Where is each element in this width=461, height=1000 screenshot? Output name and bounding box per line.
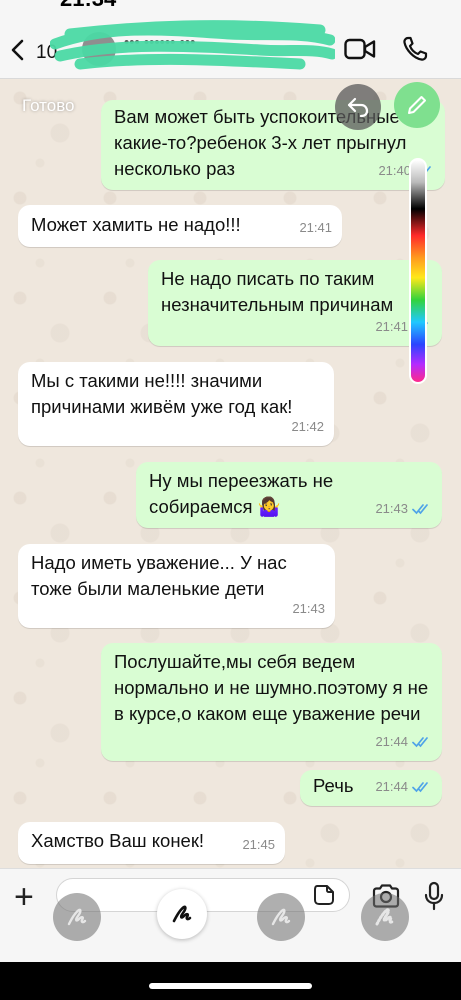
- message-meta: 21:43: [375, 496, 432, 522]
- message-text: Мы с такими не!!!! значими причинами жив…: [31, 370, 293, 417]
- message-meta: 21:44: [375, 729, 432, 755]
- message-time: 21:45: [242, 837, 275, 852]
- marker-icon: [67, 908, 87, 926]
- marker-tool-button[interactable]: [53, 893, 101, 941]
- message-time: 21:42: [291, 419, 324, 434]
- pen-icon: [408, 96, 426, 114]
- message-time: 21:40: [378, 163, 411, 178]
- message-bubble-outgoing[interactable]: Речь 21:44: [300, 770, 442, 806]
- undo-button[interactable]: [335, 84, 381, 130]
- message-bubble-incoming[interactable]: Мы с такими не!!!! значими причинами жив…: [18, 362, 334, 446]
- blur-tool-button[interactable]: [361, 893, 409, 941]
- message-bubble-outgoing[interactable]: Послушайте,мы себя ведем нормально и не …: [101, 643, 442, 761]
- pen-button[interactable]: [394, 82, 440, 128]
- highlighter-icon: [271, 908, 291, 926]
- read-ticks-icon: [412, 782, 428, 793]
- read-ticks-icon: [412, 504, 428, 515]
- message-text: Может хамить не надо!!!: [31, 214, 241, 235]
- message-meta: 21:42: [291, 414, 324, 440]
- message-bubble-incoming[interactable]: Хамство Ваш конек! 21:45: [18, 822, 285, 864]
- message-meta: 21:43: [292, 596, 325, 622]
- message-bubble-outgoing[interactable]: Ну мы переезжать не собираемся 🤷‍♀️ 21:4…: [136, 462, 442, 528]
- back-chevron-icon[interactable]: [8, 38, 28, 62]
- message-bubble-incoming[interactable]: Надо иметь уважение... У нас тоже были м…: [18, 544, 335, 628]
- message-text: Надо иметь уважение... У нас тоже были м…: [31, 552, 292, 599]
- done-button[interactable]: Готово: [22, 96, 75, 116]
- message-time: 21:44: [375, 734, 408, 749]
- highlighter-tool-button[interactable]: [257, 893, 305, 941]
- message-meta: 21:45: [242, 832, 275, 858]
- home-indicator-area: [0, 962, 461, 1000]
- color-slider[interactable]: [409, 158, 427, 384]
- message-time: 21:44: [375, 779, 408, 794]
- status-bar-time: 21:34: [60, 0, 116, 12]
- message-time: 21:43: [292, 601, 325, 616]
- redaction-scribble: [50, 20, 335, 70]
- chat-screen: 21:34 10 ••• •••••• ••• Готово Вам может…: [0, 0, 461, 1000]
- message-meta: 21:44: [375, 774, 432, 800]
- undo-icon: [347, 97, 369, 118]
- message-bubble-incoming[interactable]: Может хамить не надо!!! 21:41: [18, 205, 342, 247]
- home-indicator[interactable]: [149, 983, 312, 989]
- message-meta: 21:41: [299, 215, 332, 241]
- message-text: Хамство Ваш конек!: [31, 830, 205, 851]
- pen-scribble-icon: [172, 905, 192, 923]
- message-bubble-outgoing[interactable]: Вам может быть успокоительные какие-то?р…: [101, 100, 445, 190]
- phone-icon[interactable]: [402, 36, 428, 62]
- chat-header: 21:34 10 ••• •••••• •••: [0, 0, 461, 79]
- mic-icon[interactable]: [424, 881, 444, 911]
- message-time: 21:43: [375, 501, 408, 516]
- read-ticks-icon: [412, 737, 428, 748]
- message-text: Не надо писать по таким незначительным п…: [161, 268, 394, 315]
- message-time: 21:41: [299, 220, 332, 235]
- sticker-icon[interactable]: [313, 884, 335, 906]
- message-text: Послушайте,мы себя ведем нормально и не …: [114, 651, 434, 724]
- message-time: 21:41: [375, 319, 408, 334]
- pen-tool-button-selected[interactable]: [157, 889, 207, 939]
- plus-icon[interactable]: +: [14, 880, 34, 914]
- blur-brush-icon: [375, 908, 395, 926]
- message-bubble-outgoing[interactable]: Не надо писать по таким незначительным п…: [148, 260, 442, 346]
- video-call-icon[interactable]: [344, 38, 376, 60]
